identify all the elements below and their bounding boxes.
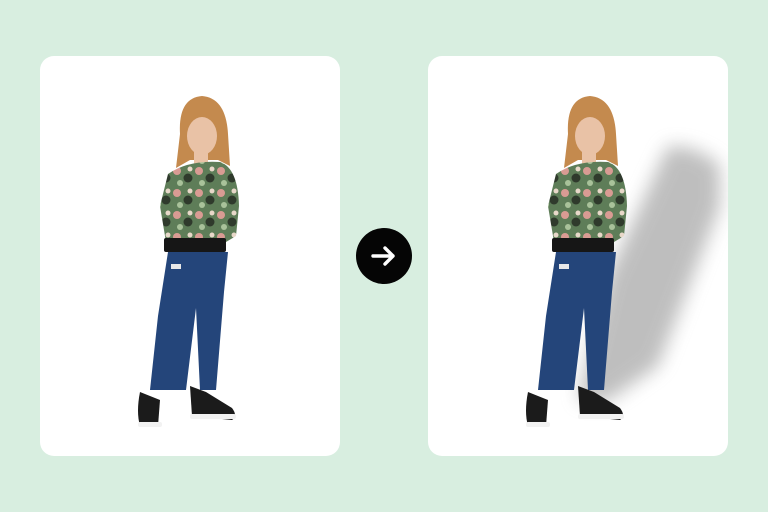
person-figure-original	[138, 96, 239, 427]
before-image-card	[40, 56, 340, 456]
arrow-right-icon	[371, 246, 395, 266]
person-figure-with-shadow	[526, 96, 720, 427]
arrow-right-button[interactable]	[356, 228, 412, 284]
after-image-card	[428, 56, 728, 456]
person-group	[138, 96, 239, 427]
